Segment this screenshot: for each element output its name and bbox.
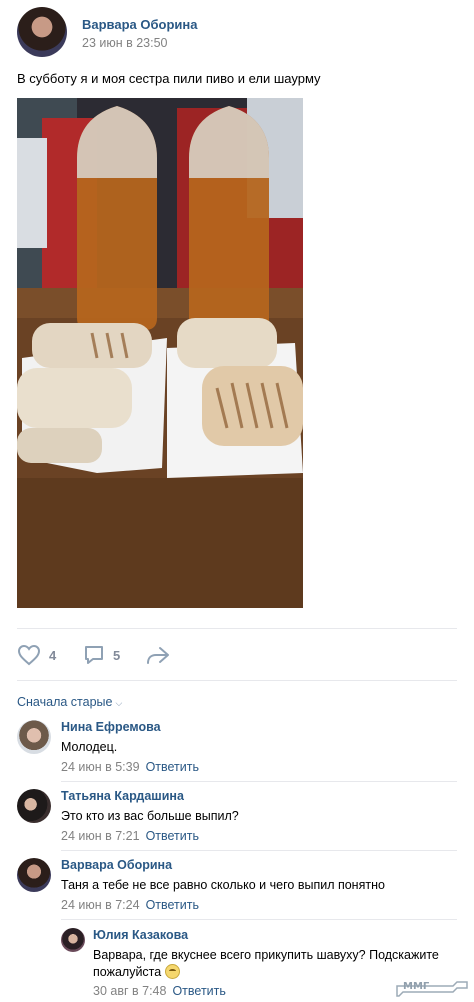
- reply-button[interactable]: Ответить: [172, 984, 225, 998]
- reply-button[interactable]: Ответить: [146, 898, 199, 912]
- divider: [17, 628, 457, 629]
- comment-text: Таня а тебе не все равно сколько и чего …: [61, 878, 385, 892]
- comment-text: Это кто из вас больше выпил?: [61, 809, 239, 823]
- comment-meta: 24 июн в 7:24 Ответить: [61, 898, 199, 912]
- comment: Татьяна Кардашина Это кто из вас больше …: [17, 789, 457, 851]
- post-actions: 4 5: [17, 642, 457, 668]
- post-header: Варвара Оборина 23 июн в 23:50: [17, 7, 457, 59]
- watermark-text: ММГ: [403, 981, 430, 992]
- comment-meta: 24 июн в 7:21 Ответить: [61, 829, 199, 843]
- divider: [61, 781, 457, 782]
- author-avatar[interactable]: [17, 7, 67, 57]
- comment-date[interactable]: 24 июн в 5:39: [61, 760, 140, 774]
- comment-date[interactable]: 24 июн в 7:24: [61, 898, 140, 912]
- comments-sort-dropdown[interactable]: Сначала старые ⌵: [17, 695, 122, 709]
- heart-icon: [17, 644, 41, 666]
- sort-label: Сначала старые: [17, 695, 113, 709]
- comment-author[interactable]: Варвара Оборина: [61, 858, 172, 872]
- share-button[interactable]: [145, 642, 171, 668]
- comment-text: Молодец.: [61, 740, 118, 754]
- commenter-avatar[interactable]: [61, 928, 85, 952]
- photo-illustration: [17, 98, 303, 608]
- comment-author[interactable]: Татьяна Кардашина: [61, 789, 184, 803]
- reply-button[interactable]: Ответить: [146, 760, 199, 774]
- chevron-down-icon: ⌵: [115, 698, 123, 708]
- commenter-avatar[interactable]: [17, 789, 51, 823]
- comment-date[interactable]: 24 июн в 7:21: [61, 829, 140, 843]
- watermark-logo: ММГ: [395, 972, 469, 998]
- commenter-avatar[interactable]: [17, 858, 51, 892]
- like-count: 4: [49, 647, 57, 663]
- divider: [61, 850, 457, 851]
- worried-emoji-icon: [164, 964, 180, 979]
- comment: Варвара Оборина Таня а тебе не все равно…: [17, 858, 457, 920]
- post-author[interactable]: Варвара Оборина: [82, 17, 198, 32]
- reply-button[interactable]: Ответить: [146, 829, 199, 843]
- comment-count: 5: [113, 647, 121, 663]
- comment-author[interactable]: Юлия Казакова: [93, 928, 188, 942]
- comment-date[interactable]: 30 авг в 7:48: [93, 984, 166, 998]
- like-button[interactable]: 4: [17, 642, 56, 668]
- post-text: В субботу я и моя сестра пили пиво и ели…: [17, 71, 321, 86]
- comment-bubble-icon: [83, 644, 105, 666]
- commenter-avatar[interactable]: [17, 720, 51, 754]
- comment-author[interactable]: Нина Ефремова: [61, 720, 161, 734]
- comment-button[interactable]: 5: [83, 642, 120, 668]
- comment-meta: 24 июн в 5:39 Ответить: [61, 760, 199, 774]
- comment-text-content: Варвара, где вкуснее всего прикупить шав…: [93, 948, 439, 979]
- post-photo[interactable]: [17, 98, 303, 608]
- divider: [17, 680, 457, 681]
- comment-meta: 30 авг в 7:48 Ответить: [93, 984, 226, 998]
- comment: Нина Ефремова Молодец. 24 июн в 5:39 Отве…: [17, 720, 457, 782]
- share-arrow-icon: [145, 644, 171, 666]
- post-date[interactable]: 23 июн в 23:50: [82, 36, 168, 50]
- divider: [61, 919, 457, 920]
